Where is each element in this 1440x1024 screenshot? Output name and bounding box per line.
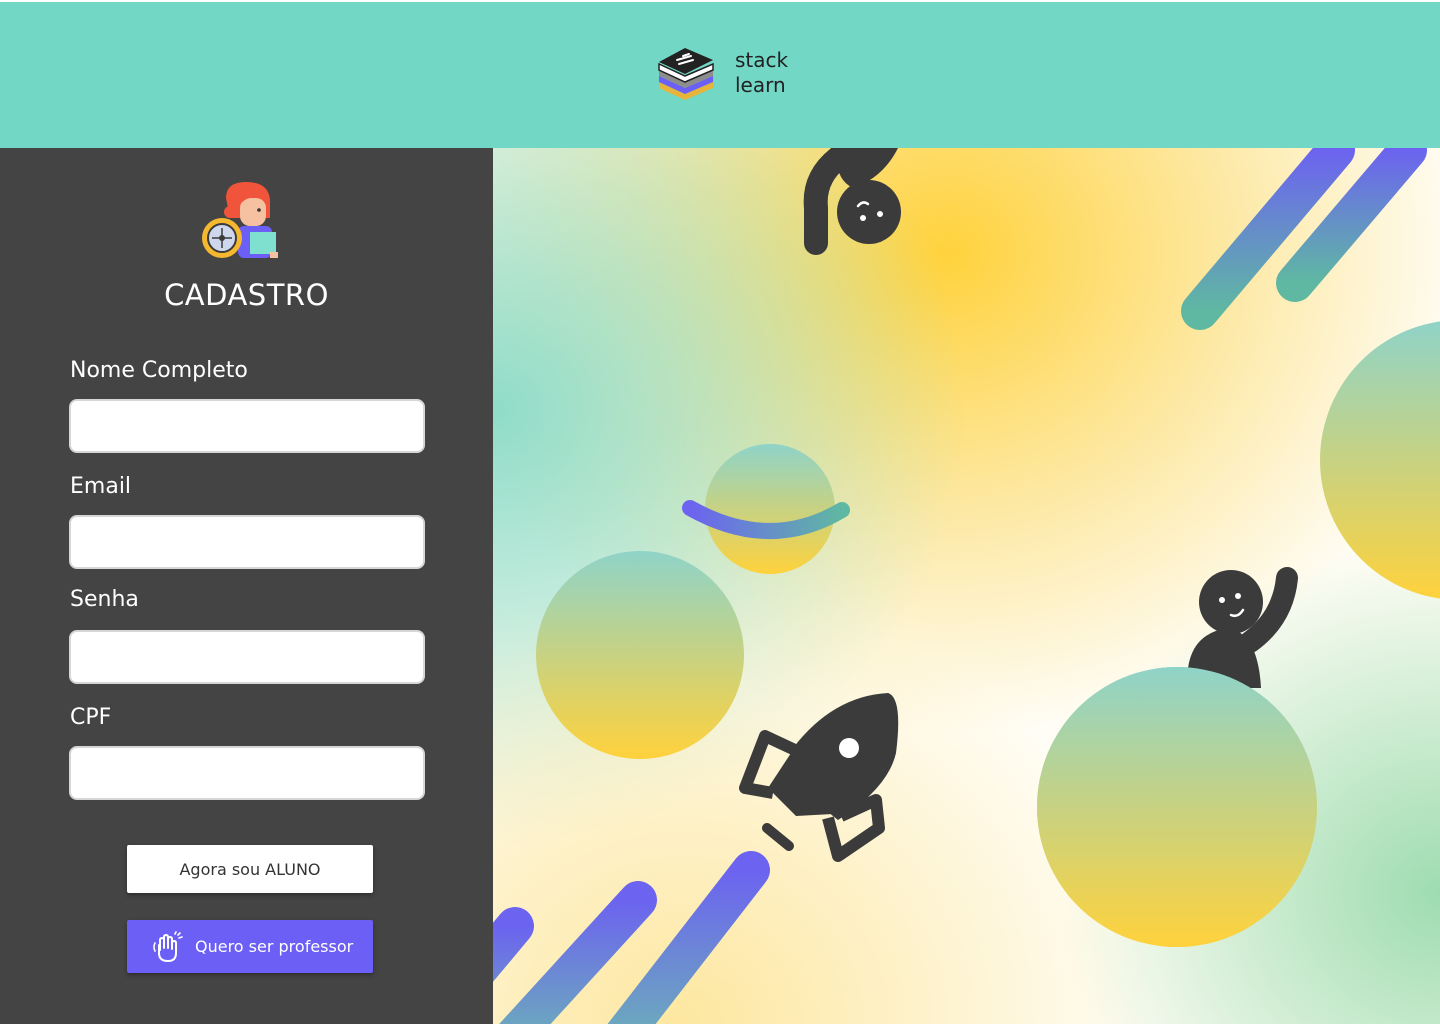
top-header: stack learn	[0, 2, 1440, 148]
teacher-button[interactable]: Quero ser professor	[127, 920, 373, 973]
teacher-button-label: Quero ser professor	[195, 937, 354, 956]
illustration-canvas	[493, 148, 1440, 1024]
stacked-books-icon	[658, 48, 714, 100]
logo-line-learn: learn	[735, 73, 786, 97]
page-title: CADASTRO	[164, 278, 329, 312]
planet-left	[536, 551, 744, 759]
cpf-input[interactable]	[69, 746, 425, 800]
teacher-avatar-icon	[202, 182, 278, 258]
waving-hand-icon	[153, 931, 183, 962]
password-input[interactable]	[69, 630, 425, 684]
email-input[interactable]	[69, 515, 425, 569]
email-label: Email	[70, 474, 132, 499]
full-name-input[interactable]	[69, 399, 425, 453]
student-button[interactable]: Agora sou ALUNO	[127, 845, 373, 893]
space-illustration	[493, 148, 1440, 1024]
planet-bottom-right-front	[1037, 667, 1317, 947]
full-name-label: Nome Completo	[70, 358, 248, 383]
password-label: Senha	[70, 587, 139, 612]
cpf-label: CPF	[70, 705, 112, 730]
register-form-panel: CADASTRO Nome Completo Email Senha CPF A…	[0, 148, 493, 1024]
logo-text: stack learn	[735, 48, 788, 98]
logo-line-stack: stack	[735, 48, 789, 72]
stack-learn-logo[interactable]: stack learn	[655, 44, 795, 108]
